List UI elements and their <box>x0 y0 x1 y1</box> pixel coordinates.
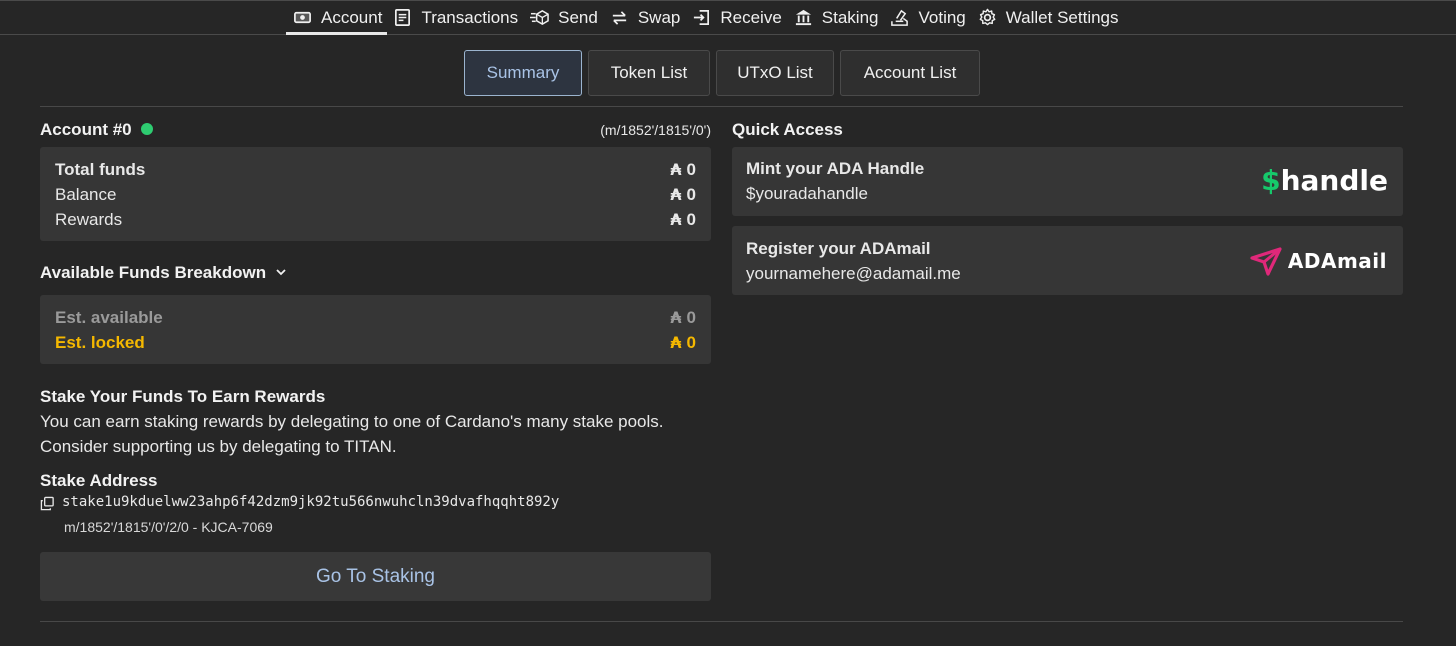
adamail-subtitle: yournamehere@adamail.me <box>746 264 961 283</box>
account-status-dot <box>141 123 154 135</box>
nav-receive-label: Receive <box>720 7 782 27</box>
nav-wallet-settings-label: Wallet Settings <box>1005 7 1119 27</box>
adamail-logo-text: ADAmail <box>1287 249 1387 273</box>
total-funds-value-wrap: ₳ 0 <box>670 160 696 180</box>
est-locked-label: Est. locked <box>55 333 145 352</box>
receive-icon <box>694 9 710 26</box>
account-tabs: Summary Token List UTxO List Account Lis… <box>464 50 980 96</box>
ada-handle-title: Mint your ADA Handle <box>746 159 925 178</box>
balance-label: Balance <box>55 185 117 204</box>
adamail-card[interactable]: Register your ADAmail yournamehere@adama… <box>732 226 1403 295</box>
total-funds-label: Total funds <box>55 160 146 179</box>
handle-logo: $handle <box>1261 163 1388 199</box>
stake-description-line2: Consider supporting us by delegating to … <box>40 437 397 456</box>
nav-account-label: Account <box>321 7 383 27</box>
quick-access-title: Quick Access <box>732 120 843 139</box>
ada-handle-subtitle: $youradahandle <box>746 184 868 203</box>
account-derivation-path: (m/1852'/1815'/0') <box>600 122 711 138</box>
breakdown-panel: Est. available ₳ 0 Est. locked ₳ 0 <box>40 295 711 364</box>
chevron-down-icon <box>276 269 286 276</box>
est-available-row: Est. available ₳ 0 <box>55 308 696 328</box>
stake-description-line1: You can earn staking rewards by delegati… <box>40 412 664 431</box>
handle-logo-text: handle <box>1280 164 1388 197</box>
funds-panel: Total funds ₳ 0 Balance ₳ 0 Rewards ₳ 0 <box>40 147 711 241</box>
ada-handle-card[interactable]: Mint your ADA Handle $youradahandle $han… <box>732 147 1403 216</box>
rewards-value-wrap: ₳ 0 <box>670 210 696 230</box>
adamail-logo-icon <box>1250 247 1282 276</box>
swap-icon <box>612 11 626 25</box>
stake-address-title: Stake Address <box>40 471 158 490</box>
top-nav-bar: Account Transactions Send Swap Receive S… <box>0 0 1456 35</box>
balance-row: Balance ₳ 0 <box>55 185 696 205</box>
send-icon <box>530 9 549 26</box>
divider-top <box>40 106 1403 107</box>
ada-symbol: ₳ <box>670 333 682 352</box>
est-available-label: Est. available <box>55 308 163 327</box>
account-header: Account #0 <box>40 120 154 140</box>
est-locked-value-wrap: ₳ 0 <box>670 333 696 353</box>
tab-token-list[interactable]: Token List <box>588 50 710 96</box>
nav-wallet-settings[interactable]: Wallet Settings <box>972 1 1125 34</box>
breakdown-title: Available Funds Breakdown <box>40 263 267 282</box>
account-icon <box>294 11 311 24</box>
stake-address[interactable]: stake1u9kduelww23ahp6f42dzm9jk92tu566nwu… <box>62 490 559 515</box>
transactions-icon <box>395 9 411 26</box>
handle-logo-symbol: $ <box>1261 164 1281 197</box>
balance-value: 0 <box>686 185 696 204</box>
nav-transactions-label: Transactions <box>421 7 519 27</box>
tab-summary[interactable]: Summary <box>464 50 582 96</box>
divider-bottom <box>40 621 1403 622</box>
copy-icon[interactable] <box>40 496 55 511</box>
tab-account-list[interactable]: Account List <box>840 50 980 96</box>
ada-symbol: ₳ <box>670 185 682 204</box>
nav-staking[interactable]: Staking <box>788 1 885 34</box>
ada-symbol: ₳ <box>670 210 682 229</box>
adamail-logo: ADAmail <box>1250 246 1387 276</box>
main-nav: Account Transactions Send Swap Receive S… <box>286 1 1125 35</box>
est-available-value: 0 <box>686 308 696 327</box>
nav-receive[interactable]: Receive <box>686 1 787 34</box>
tab-token-list-label: Token List <box>610 63 688 82</box>
nav-swap-label: Swap <box>637 7 681 27</box>
est-locked-row: Est. locked ₳ 0 <box>55 333 696 353</box>
rewards-value: 0 <box>686 210 696 229</box>
ada-symbol: ₳ <box>670 160 682 179</box>
nav-transactions[interactable]: Transactions <box>387 1 524 34</box>
go-to-staking-button[interactable]: Go To Staking <box>40 552 711 601</box>
total-funds-row: Total funds ₳ 0 <box>55 160 696 180</box>
rewards-label: Rewards <box>55 210 123 229</box>
balance-value-wrap: ₳ 0 <box>670 185 696 205</box>
tab-account-list-label: Account List <box>863 63 957 82</box>
voting-icon <box>891 9 909 26</box>
gear-icon <box>979 8 996 26</box>
est-locked-value: 0 <box>686 333 696 352</box>
adamail-title: Register your ADAmail <box>746 239 931 258</box>
nav-voting[interactable]: Voting <box>884 1 971 34</box>
tab-utxo-list[interactable]: UTxO List <box>716 50 834 96</box>
account-title: Account #0 <box>40 120 132 139</box>
rewards-row: Rewards ₳ 0 <box>55 210 696 230</box>
tab-summary-label: Summary <box>486 63 560 82</box>
tab-utxo-list-label: UTxO List <box>737 63 813 82</box>
stake-derivation: m/1852'/1815'/0'/2/0 - KJCA-7069 <box>64 519 273 535</box>
nav-send-label: Send <box>558 7 598 27</box>
staking-icon <box>795 9 811 26</box>
nav-account[interactable]: Account <box>286 1 388 35</box>
nav-voting-label: Voting <box>918 7 966 27</box>
ada-symbol: ₳ <box>670 308 682 327</box>
nav-swap[interactable]: Swap <box>604 1 687 34</box>
est-available-value-wrap: ₳ 0 <box>670 308 696 328</box>
nav-staking-label: Staking <box>821 7 879 27</box>
total-funds-value: 0 <box>686 160 696 179</box>
breakdown-toggle[interactable]: Available Funds Breakdown <box>40 263 287 283</box>
stake-title: Stake Your Funds To Earn Rewards <box>40 387 326 406</box>
nav-send[interactable]: Send <box>524 1 604 34</box>
